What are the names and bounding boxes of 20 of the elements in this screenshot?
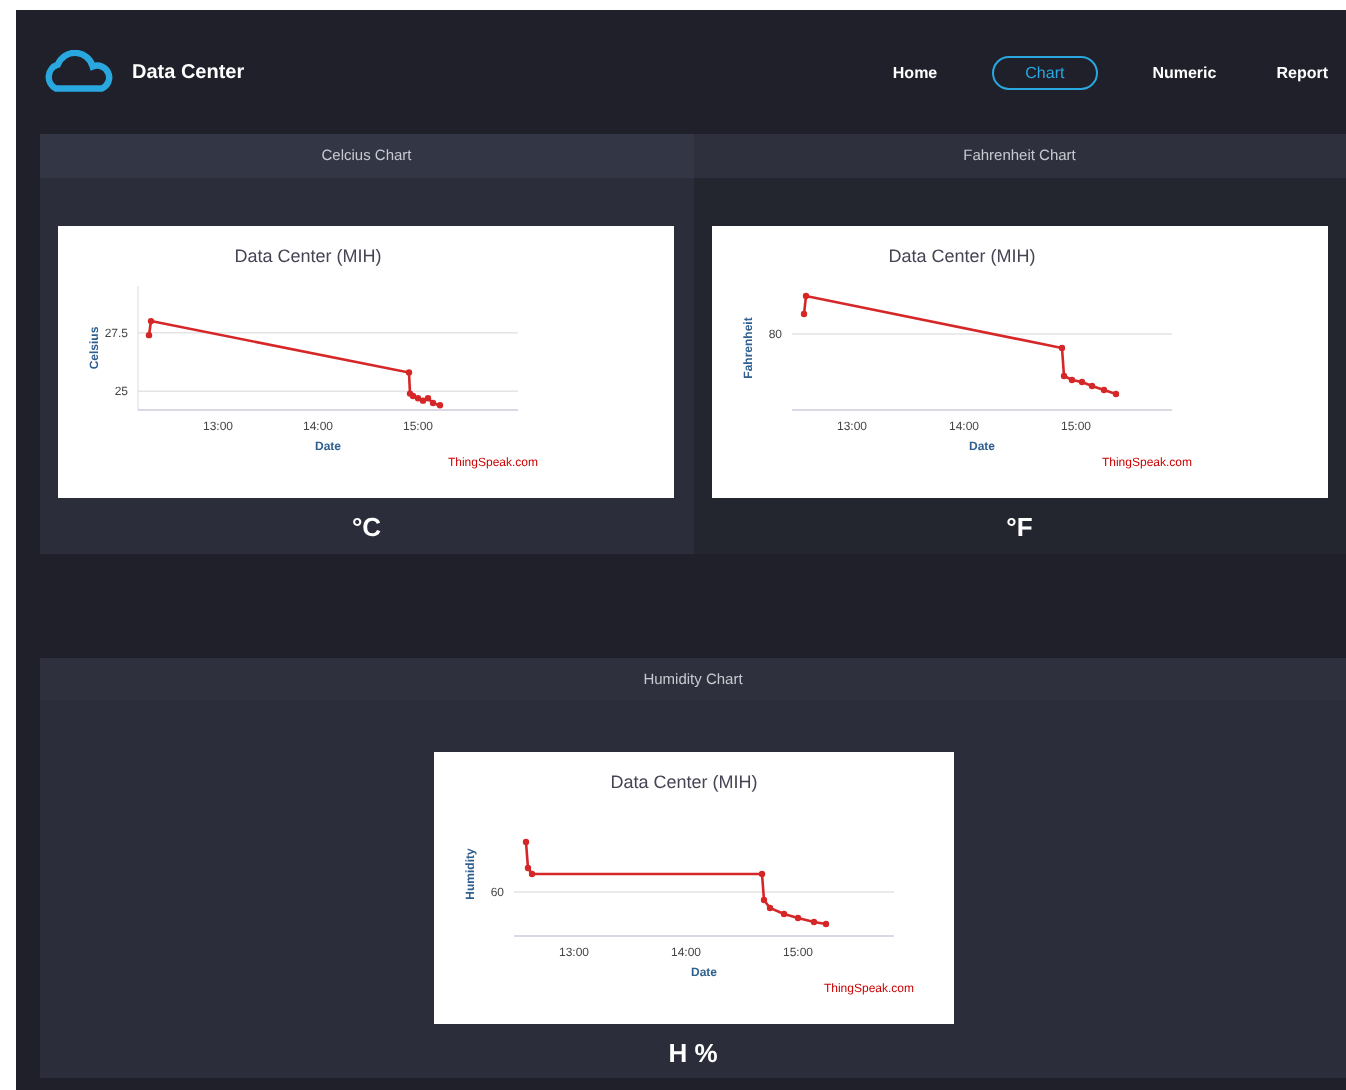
point	[437, 402, 444, 409]
nav-link[interactable]: Home	[886, 55, 944, 89]
nav-link[interactable]: Chart	[991, 55, 1099, 89]
nav-link[interactable]: Numeric	[1146, 55, 1223, 89]
chart-title: Data Center (MIH)	[609, 772, 757, 792]
nav-link[interactable]: Report	[1270, 55, 1334, 89]
point	[148, 317, 155, 325]
app-title: Data Center	[132, 61, 245, 83]
point	[420, 397, 427, 404]
point	[406, 369, 413, 376]
cloud-logo-icon	[40, 50, 116, 94]
unit-label: °C	[351, 512, 382, 542]
point	[425, 395, 432, 402]
chart-title: Data Center (MIH)	[234, 246, 383, 266]
unit-label: °F	[1006, 512, 1033, 542]
chart-title: Data Center (MIH)	[887, 246, 1036, 266]
point	[415, 395, 422, 402]
point	[430, 399, 437, 407]
point	[146, 331, 153, 339]
unit-label: H %	[668, 1038, 718, 1068]
